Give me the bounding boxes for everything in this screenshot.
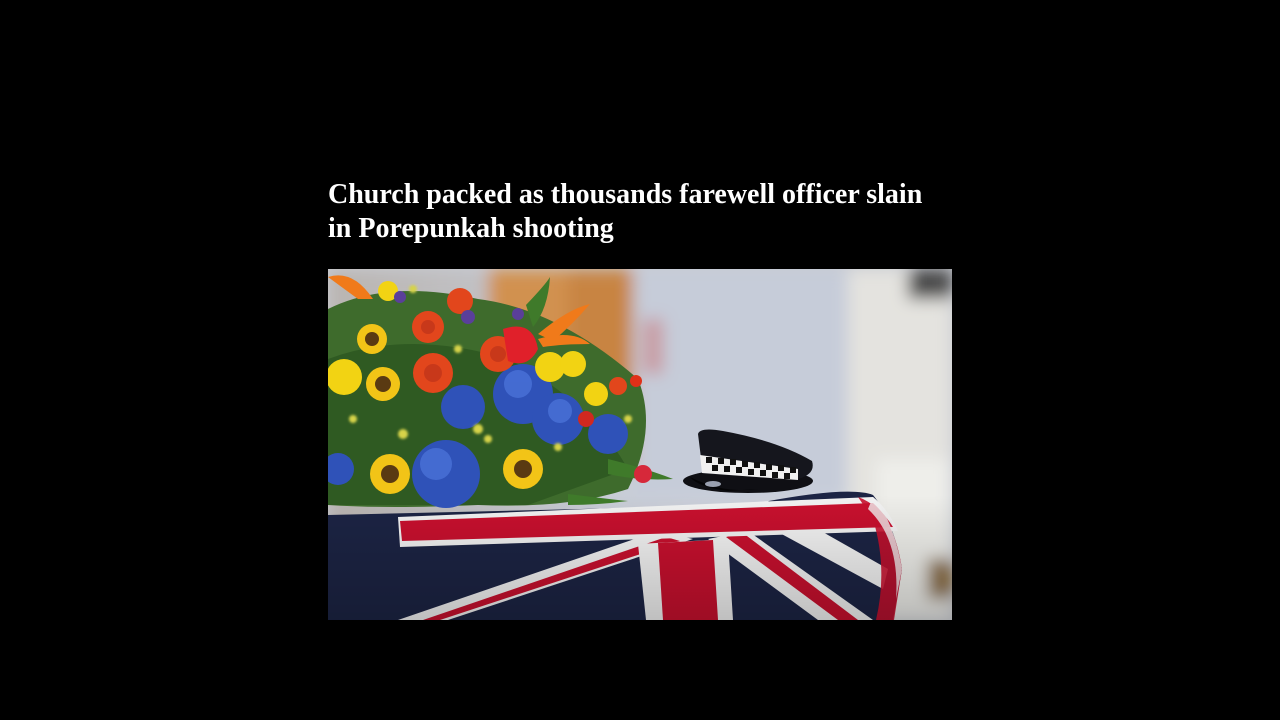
photo-illustration (328, 269, 952, 620)
union-flag (328, 491, 952, 620)
article-photo[interactable] (328, 269, 952, 620)
headline[interactable]: Church packed as thousands farewell offi… (328, 178, 928, 246)
article: Church packed as thousands farewell offi… (328, 178, 952, 620)
